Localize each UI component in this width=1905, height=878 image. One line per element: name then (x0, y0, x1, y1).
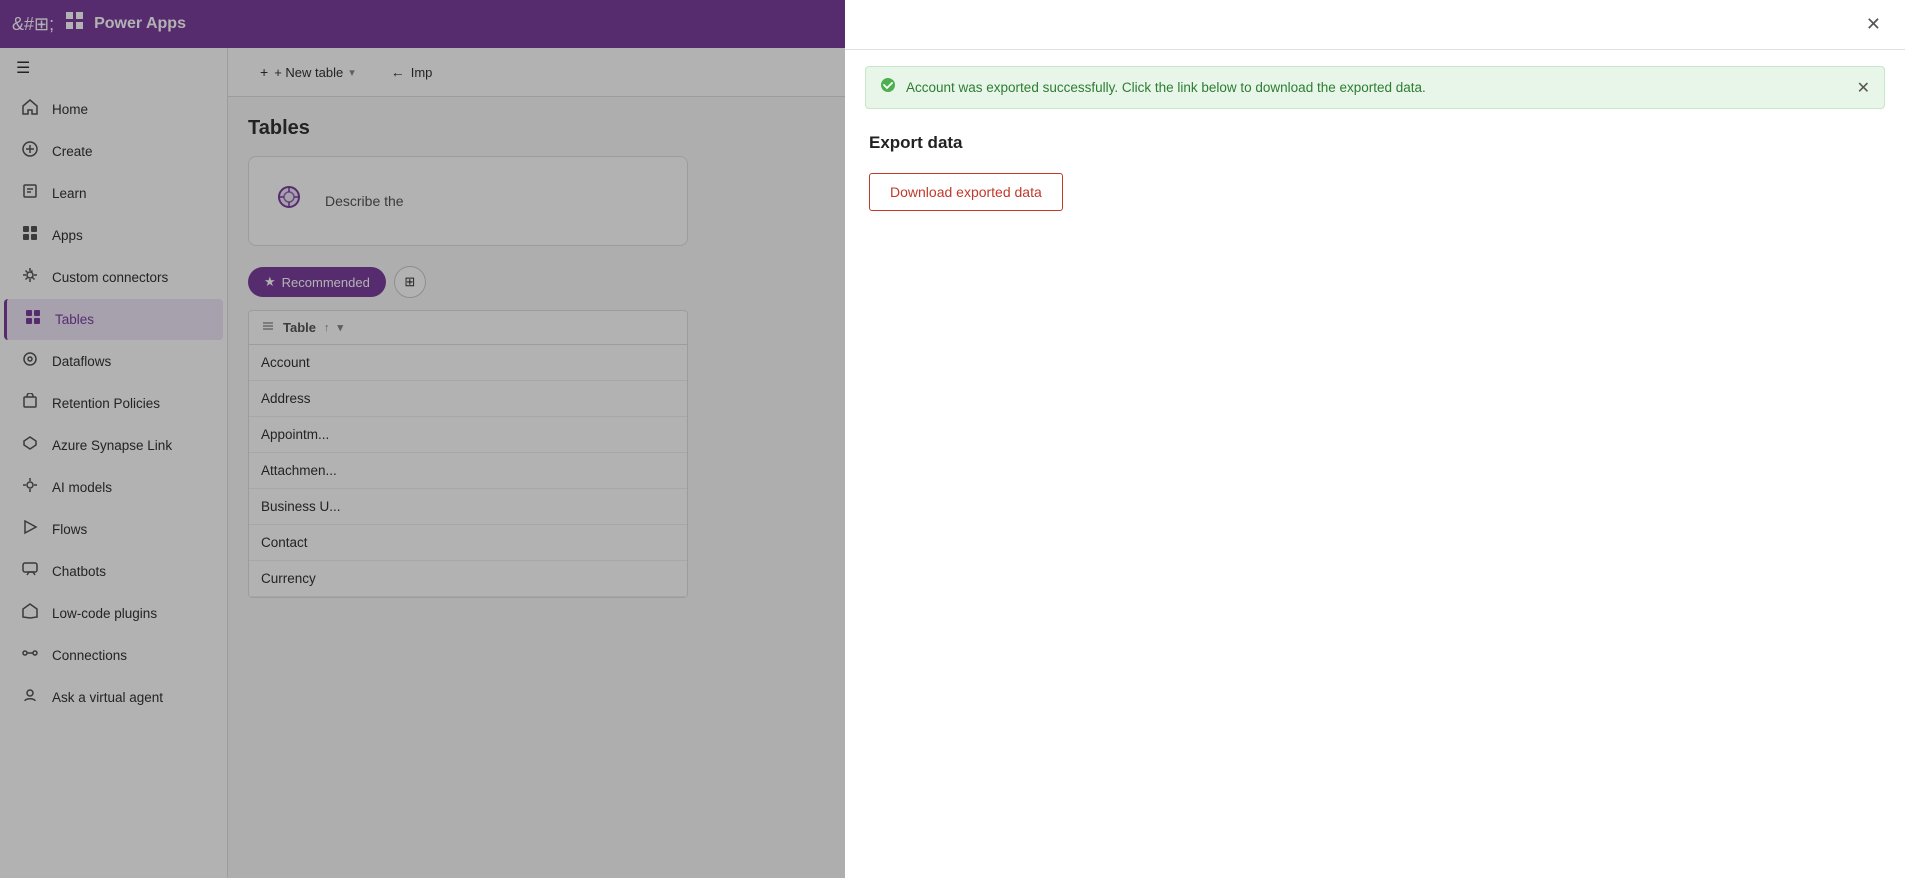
export-section: Export data Download exported data (845, 109, 1905, 235)
modal-header: ✕ (845, 0, 1905, 50)
banner-close-button[interactable]: ✕ (1857, 78, 1870, 98)
success-banner-left: Account was exported successfully. Click… (880, 77, 1426, 98)
success-banner: Account was exported successfully. Click… (865, 66, 1885, 109)
modal-close-button[interactable]: ✕ (1858, 10, 1889, 39)
export-title: Export data (869, 133, 1881, 153)
banner-message: Account was exported successfully. Click… (906, 80, 1426, 95)
download-exported-data-button[interactable]: Download exported data (869, 173, 1063, 211)
download-label: Download exported data (890, 184, 1042, 200)
success-icon (880, 77, 896, 98)
banner-close-icon: ✕ (1857, 80, 1870, 97)
modal-panel: ✕ Account was exported successfully. Cli… (845, 0, 1905, 878)
close-icon: ✕ (1866, 14, 1881, 34)
